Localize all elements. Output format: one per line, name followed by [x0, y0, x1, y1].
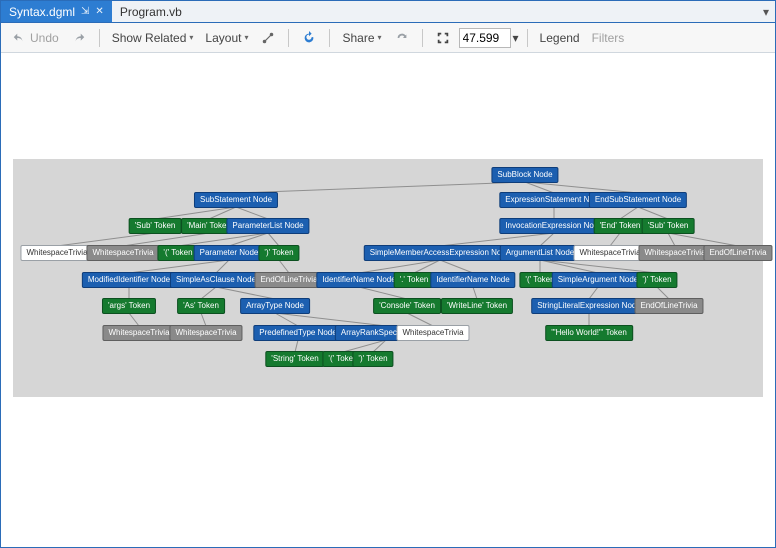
graph-node[interactable]: SimpleArgument Node — [552, 272, 644, 288]
graph-node[interactable]: WhitespaceTrivia — [573, 245, 646, 261]
graph-node[interactable]: WhitespaceTrivia — [86, 245, 159, 261]
graph-node[interactable]: EndOfLineTrivia — [634, 298, 703, 314]
graph-node[interactable]: WhitespaceTrivia — [169, 325, 242, 341]
graph-node[interactable]: WhitespaceTrivia — [102, 325, 175, 341]
tab-label: Program.vb — [120, 5, 182, 19]
graph-node[interactable]: ')' Token — [258, 245, 299, 261]
undo-icon — [11, 30, 27, 46]
graph-node[interactable]: EndOfLineTrivia — [703, 245, 772, 261]
graph-node[interactable]: 'args' Token — [102, 298, 156, 314]
chevron-down-icon: ▾ — [189, 33, 193, 42]
chevron-down-icon: ▾ — [244, 33, 248, 42]
undo-button[interactable]: Undo — [7, 28, 63, 48]
graph-node[interactable]: SubStatement Node — [194, 192, 278, 208]
zoom-input[interactable] — [459, 28, 511, 48]
show-related-label: Show Related — [112, 31, 187, 45]
graph-node[interactable]: 'Console' Token — [373, 298, 441, 314]
refresh-button[interactable] — [297, 28, 321, 48]
graph-canvas[interactable]: SubBlock NodeSubStatement NodeExpression… — [13, 159, 763, 397]
graph-node[interactable]: ParameterList Node — [226, 218, 309, 234]
toolbar: Undo Show Related ▾ Layout ▾ Share ▾ — [1, 23, 775, 53]
redo-button[interactable] — [67, 28, 91, 48]
graph-node[interactable]: 'Sub' Token — [642, 218, 695, 234]
graph-node[interactable]: ArrayType Node — [240, 298, 310, 314]
graph-node[interactable]: EndSubStatement Node — [589, 192, 687, 208]
graph-node[interactable]: EndOfLineTrivia — [254, 272, 323, 288]
legend-button[interactable]: Legend — [536, 29, 584, 47]
directed-graph-button[interactable] — [256, 28, 280, 48]
graph-node[interactable]: WhitespaceTrivia — [20, 245, 93, 261]
graph-node[interactable]: IdentifierName Node — [430, 272, 515, 288]
graph-node[interactable]: 'String' Token — [265, 351, 324, 367]
graph-node[interactable]: SubBlock Node — [491, 167, 558, 183]
share-button[interactable]: Share ▾ — [338, 29, 385, 47]
layout-label: Layout — [205, 31, 241, 45]
filters-button[interactable]: Filters — [588, 29, 629, 47]
graph-node[interactable]: WhitespaceTrivia — [396, 325, 469, 341]
fit-button[interactable] — [431, 28, 455, 48]
graph-node[interactable]: ')' Token — [352, 351, 393, 367]
graph-node[interactable]: ArgumentList Node — [500, 245, 580, 261]
graph-node[interactable]: '(' Token — [157, 245, 198, 261]
redo-icon — [71, 30, 87, 46]
graph-node[interactable]: InvocationExpression Node — [499, 218, 608, 234]
tab-label: Syntax.dgml — [9, 5, 75, 19]
graph-node[interactable]: Parameter Node — [194, 245, 265, 261]
chevron-down-icon: ▾ — [763, 5, 769, 19]
show-related-button[interactable]: Show Related ▾ — [108, 29, 198, 47]
graph-node[interactable]: ModifiedIdentifier Node — [82, 272, 176, 288]
pin-icon[interactable]: ⇲ — [81, 6, 89, 17]
refresh-icon — [301, 30, 317, 46]
graph-icon — [260, 30, 276, 46]
graph-node[interactable]: SimpleMemberAccessExpression Node — [364, 245, 517, 261]
graph-node[interactable]: StringLiteralExpression Node — [531, 298, 647, 314]
graph-node[interactable]: IdentifierName Node — [316, 272, 401, 288]
graph-node[interactable]: '.' Token — [394, 272, 435, 288]
tab-program-vb[interactable]: Program.vb — [112, 1, 190, 22]
graph-node[interactable]: WhitespaceTrivia — [638, 245, 711, 261]
rotate-button[interactable] — [390, 28, 414, 48]
undo-label: Undo — [30, 31, 59, 45]
legend-label: Legend — [540, 31, 580, 45]
graph-node[interactable]: ')' Token — [636, 272, 677, 288]
graph-node[interactable]: 'As' Token — [177, 298, 225, 314]
close-icon[interactable]: ✕ — [95, 6, 103, 17]
share-label: Share — [342, 31, 374, 45]
graph-node[interactable]: SimpleAsClause Node — [170, 272, 262, 288]
layout-button[interactable]: Layout ▾ — [201, 29, 252, 47]
graph-node[interactable]: PredefinedType Node — [253, 325, 342, 341]
filters-label: Filters — [592, 31, 625, 45]
graph-node[interactable]: 'End' Token — [594, 218, 647, 234]
fit-icon — [435, 30, 451, 46]
tab-strip: Syntax.dgml ⇲ ✕ Program.vb ▾ — [1, 1, 775, 23]
graph-node[interactable]: 'WriteLine' Token — [441, 298, 513, 314]
graph-document[interactable]: SubBlock NodeSubStatement NodeExpression… — [1, 53, 775, 547]
chevron-down-icon: ▾ — [378, 33, 382, 42]
graph-node[interactable]: '"Hello World!"' Token — [545, 325, 633, 341]
chevron-down-icon[interactable]: ▾ — [513, 31, 519, 45]
rotate-icon — [394, 30, 410, 46]
tabs-overflow-button[interactable]: ▾ — [757, 1, 775, 22]
tab-syntax-dgml[interactable]: Syntax.dgml ⇲ ✕ — [1, 1, 112, 22]
graph-node[interactable]: 'Sub' Token — [129, 218, 182, 234]
